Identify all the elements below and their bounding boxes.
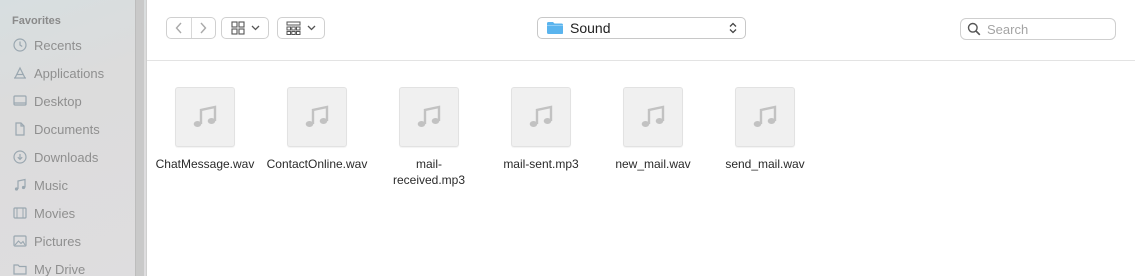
- sidebar-item-movies[interactable]: Movies: [12, 202, 132, 224]
- navigation-buttons: [166, 17, 216, 39]
- sidebar-item-music[interactable]: Music: [12, 174, 132, 196]
- sidebar-item-documents[interactable]: Documents: [12, 118, 132, 140]
- sidebar-item-pictures[interactable]: Pictures: [12, 230, 132, 252]
- back-button[interactable]: [167, 18, 191, 38]
- file-name: send_mail.wav: [725, 157, 805, 171]
- file-item[interactable]: mail-received.mp3: [373, 87, 485, 188]
- sidebar: Favorites Recents Applications Desktop D…: [0, 0, 147, 276]
- sidebar-item-label: Desktop: [34, 93, 82, 109]
- current-folder-name: Sound: [570, 20, 611, 36]
- sidebar-item-applications[interactable]: Applications: [12, 62, 132, 84]
- audio-file-icon: [511, 87, 571, 147]
- sidebar-item-label: Music: [34, 177, 68, 193]
- search-field[interactable]: [960, 18, 1116, 40]
- download-icon: [13, 150, 27, 164]
- file-name: ChatMessage.wav: [155, 157, 255, 171]
- file-name: mail-sent.mp3: [503, 157, 579, 171]
- file-item[interactable]: ContactOnline.wav: [261, 87, 373, 172]
- sidebar-item-label: Movies: [34, 205, 76, 221]
- audio-file-icon: [735, 87, 795, 147]
- sidebar-item-my-drive[interactable]: My Drive: [12, 258, 132, 276]
- chevron-right-icon: [200, 22, 207, 34]
- chevron-left-icon: [175, 22, 182, 34]
- up-down-chevron-icon: [729, 22, 737, 34]
- applications-icon: [14, 66, 26, 79]
- file-item[interactable]: mail-sent.mp3: [485, 87, 597, 172]
- sidebar-item-downloads[interactable]: Downloads: [12, 146, 132, 168]
- desktop-icon: [13, 95, 27, 106]
- audio-file-icon: [399, 87, 459, 147]
- sidebar-item-label: Recents: [34, 37, 82, 53]
- audio-file-icon: [175, 87, 235, 147]
- file-item[interactable]: send_mail.wav: [709, 87, 821, 172]
- chevron-down-icon: [251, 25, 259, 31]
- group-by-button[interactable]: [277, 17, 325, 39]
- search-icon: [967, 22, 981, 36]
- sidebar-item-label: Pictures: [34, 233, 81, 249]
- path-popup-button[interactable]: Sound: [537, 17, 746, 39]
- music-note-icon: [14, 178, 26, 191]
- sidebar-item-recents[interactable]: Recents: [12, 34, 132, 56]
- forward-button[interactable]: [192, 18, 216, 38]
- folder-icon: [547, 22, 563, 34]
- file-name: ContactOnline.wav: [266, 157, 368, 171]
- audio-file-icon: [623, 87, 683, 147]
- file-icon-view: ChatMessage.wav ContactOnline.wav mail-r…: [147, 61, 1135, 276]
- audio-file-icon: [287, 87, 347, 147]
- file-item[interactable]: ChatMessage.wav: [149, 87, 261, 172]
- icon-grid-view-icon: [230, 21, 245, 35]
- clock-icon: [13, 38, 27, 52]
- sidebar-item-desktop[interactable]: Desktop: [12, 90, 132, 112]
- finder-window: Favorites Recents Applications Desktop D…: [0, 0, 1135, 276]
- group-grid-icon: [286, 21, 301, 35]
- document-icon: [15, 122, 25, 136]
- sidebar-item-label: Downloads: [34, 149, 99, 165]
- file-name: mail-received.mp3: [392, 157, 466, 187]
- file-name: new_mail.wav: [615, 157, 691, 171]
- sidebar-item-label: Documents: [34, 121, 100, 137]
- film-icon: [13, 207, 27, 219]
- search-input[interactable]: [987, 21, 1107, 37]
- sidebar-item-label: Applications: [34, 65, 105, 81]
- file-item[interactable]: new_mail.wav: [597, 87, 709, 172]
- sidebar-heading-favorites: Favorites: [12, 15, 61, 27]
- sidebar-item-label: My Drive: [34, 261, 86, 276]
- view-mode-button[interactable]: [221, 17, 269, 39]
- photo-icon: [13, 235, 27, 247]
- folder-icon: [13, 264, 27, 275]
- toolbar: Sound: [147, 0, 1135, 61]
- chevron-down-icon: [307, 25, 316, 31]
- sidebar-scrollbar[interactable]: [135, 0, 144, 276]
